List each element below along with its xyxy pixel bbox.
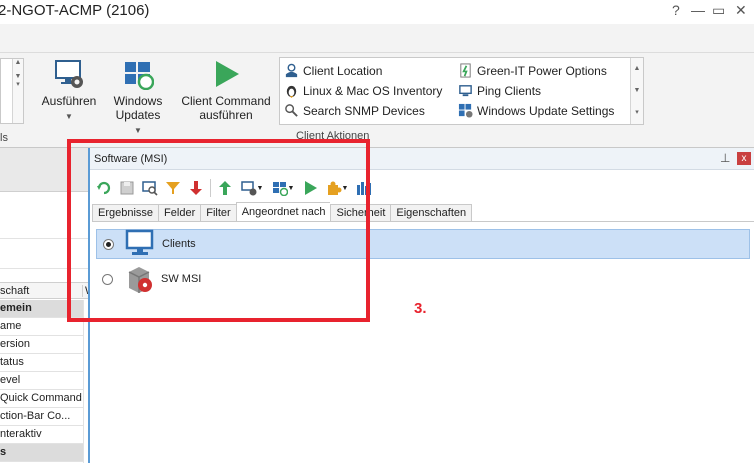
windows-update-icon	[125, 62, 154, 90]
client-location-label: Client Location	[303, 63, 383, 78]
snmp-search-icon	[285, 104, 298, 117]
minimize-button[interactable]: —	[691, 2, 705, 18]
linux-mac-inventory-label: Linux & Mac OS Inventory	[303, 83, 443, 98]
property-row[interactable]: nteraktiv	[0, 426, 83, 444]
tab-eigenschaften[interactable]: Eigenschaften	[390, 204, 473, 222]
windows-updates-button[interactable]: Windows Updates ▼	[110, 58, 166, 138]
property-category[interactable]: s	[0, 444, 83, 462]
step-label: 3.	[414, 300, 427, 317]
windows-update-settings-icon	[458, 103, 473, 118]
windows-update-settings-label: Windows Update Settings	[477, 103, 615, 118]
ping-icon	[459, 85, 472, 97]
power-options-icon	[460, 63, 471, 78]
chevron-down-icon: ▼	[134, 126, 142, 135]
client-actions-gallery: Client Location Linux & Mac OS Inventory…	[279, 57, 644, 125]
windows-update-settings-action[interactable]: Windows Update Settings	[458, 103, 614, 118]
client-command-button[interactable]: Client Command ausführen	[178, 58, 274, 122]
property-row[interactable]: tatus	[0, 354, 83, 372]
actions-scrollbar[interactable]: ▲ ▼ ▾	[630, 58, 643, 124]
ping-clients-action[interactable]: Ping Clients	[458, 83, 541, 98]
restore-button[interactable]: ▭	[712, 2, 725, 19]
window-title: 2-NGOT-ACMP (2106)	[0, 2, 150, 19]
location-person-icon	[285, 63, 298, 78]
left-gallery-scrollbar[interactable]: ▲ ▼ ▾	[12, 59, 23, 123]
property-row[interactable]: evel	[0, 372, 83, 390]
property-row[interactable]: Quick Command	[0, 390, 83, 408]
windows-updates-label: Windows Updates	[113, 94, 163, 122]
highlight-box	[67, 139, 370, 322]
property-row[interactable]: ersion	[0, 336, 83, 354]
close-button[interactable]: ✕	[735, 2, 747, 19]
client-location-action[interactable]: Client Location	[284, 63, 382, 78]
green-it-label: Green-IT Power Options	[477, 63, 607, 78]
green-it-action[interactable]: Green-IT Power Options	[458, 63, 607, 78]
left-gallery[interactable]: ▲ ▼ ▾	[0, 58, 24, 124]
pane-close-button[interactable]: x	[737, 152, 751, 165]
ausfuehren-label: Ausführen	[41, 94, 97, 108]
search-snmp-label: Search SNMP Devices	[303, 103, 425, 118]
property-row[interactable]: ction-Bar Co...	[0, 408, 83, 426]
client-command-label: Client Command ausführen	[181, 94, 271, 122]
help-button[interactable]: ?	[672, 2, 680, 18]
search-snmp-action[interactable]: Search SNMP Devices	[284, 103, 425, 118]
linux-mac-inventory-action[interactable]: Linux & Mac OS Inventory	[284, 83, 442, 98]
pin-icon[interactable]: ⊥	[720, 151, 730, 165]
title-bar: 2-NGOT-ACMP (2106) ? — ▭ ✕	[0, 0, 754, 24]
computer-gear-icon	[55, 60, 83, 88]
ping-clients-label: Ping Clients	[477, 83, 542, 98]
ausfuehren-button[interactable]: Ausführen ▼	[40, 58, 98, 124]
left-group-label: ls	[0, 132, 8, 144]
penguin-icon	[286, 85, 297, 98]
chevron-down-icon: ▼	[65, 112, 73, 121]
play-icon	[216, 61, 239, 87]
ribbon-tabs-area	[0, 24, 754, 52]
property-column-header: schaft	[0, 285, 30, 297]
